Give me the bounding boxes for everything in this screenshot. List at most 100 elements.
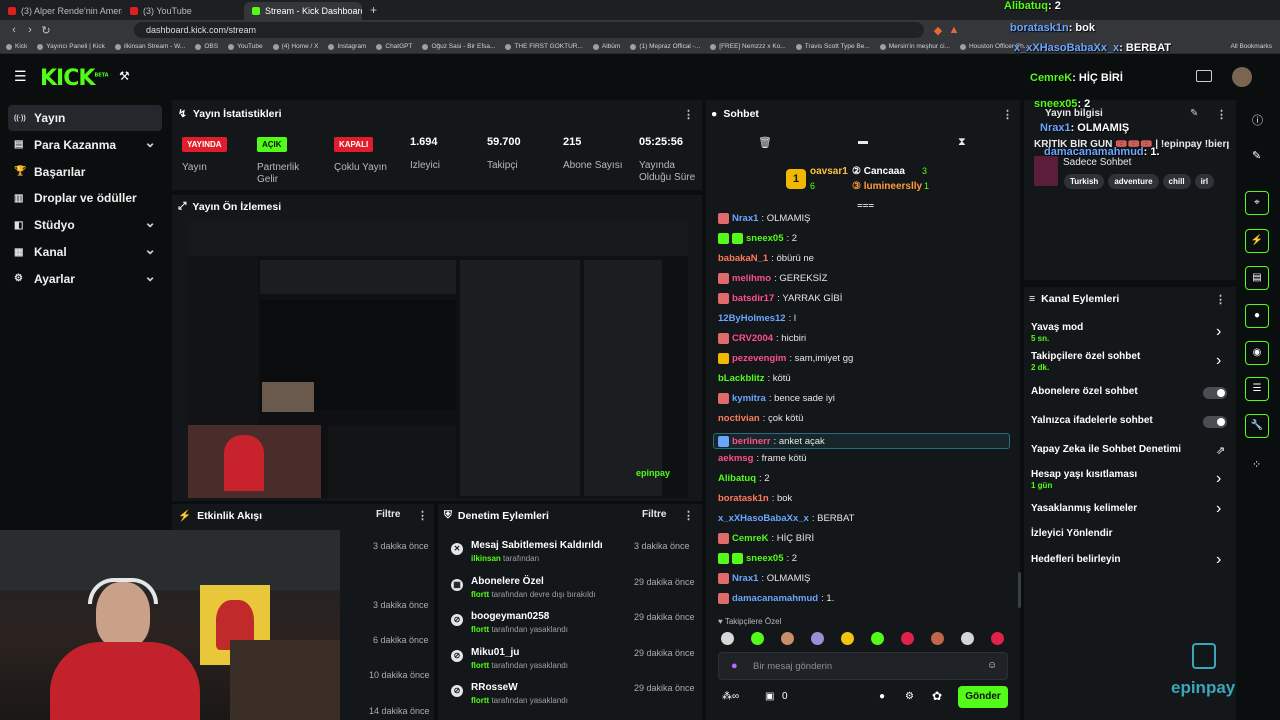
chat-mode-icon[interactable]: ▬ <box>858 136 868 147</box>
chat-settings-bubble-icon[interactable]: ● <box>879 691 885 702</box>
document-icon[interactable]: ▤ <box>1245 266 1269 290</box>
emote-icon[interactable] <box>931 632 944 645</box>
stats-menu-icon[interactable]: ⋮ <box>683 108 694 121</box>
broadcast-icon[interactable]: ◉ <box>1245 341 1269 365</box>
chat-message[interactable]: Alibatuq: 2 <box>718 473 770 484</box>
channel-action[interactable]: İzleyici Yönlendir <box>1031 528 1113 539</box>
chevron-down-icon[interactable]: ⌄ <box>144 268 156 285</box>
emote-icon[interactable] <box>721 632 734 645</box>
channel-action[interactable]: Takipçilere özel sohbet 2 dk. <box>1031 351 1140 372</box>
chat-message[interactable]: CRV2004: hicbiri <box>718 333 806 344</box>
category-name[interactable]: Sadece Sohbet <box>1063 157 1131 168</box>
bookmark-item[interactable]: Albüm <box>592 43 620 50</box>
chat-input[interactable]: ● Bir mesaj gönderin ☺ <box>718 652 1008 680</box>
chat-message[interactable]: boratask1n: bok <box>718 493 792 504</box>
pencil-icon[interactable]: ✎ <box>1252 149 1261 162</box>
emote-picker-icon[interactable]: ✿ <box>932 689 942 703</box>
top-gifter-3[interactable]: ③ lumineerslly <box>852 181 922 192</box>
chat-message[interactable]: CemreK: HİÇ BİRİ <box>718 533 814 544</box>
bookmark-item[interactable]: (1) Mepraz Offical -... <box>630 43 700 50</box>
chat-username[interactable]: boratask1n <box>718 493 769 504</box>
chat-username[interactable]: sneex05 <box>746 233 784 244</box>
bookmark-item[interactable]: OBS <box>195 43 218 50</box>
bookmark-item[interactable]: (4) Home / X <box>272 43 318 50</box>
chat-icon[interactable]: ● <box>1245 304 1269 328</box>
stream-info-menu-icon[interactable]: ⋮ <box>1216 108 1227 121</box>
sidebar-item[interactable]: ((·)) Yayın <box>8 105 162 131</box>
channel-action[interactable]: Hesap yaşı kısıtlaması 1 gün <box>1031 469 1137 490</box>
send-button[interactable]: Gönder <box>958 686 1008 708</box>
microphone-icon[interactable]: ● <box>731 660 738 672</box>
channel-action[interactable]: Yapay Zeka ile Sohbet Denetimi <box>1031 444 1181 455</box>
brave-shield-icon[interactable]: ◆ <box>930 24 946 37</box>
chat-username[interactable]: CRV2004 <box>732 333 773 344</box>
emote-icon[interactable] <box>751 632 764 645</box>
chat-message[interactable]: sneex05: 2 <box>718 233 797 244</box>
activity-filter-button[interactable]: Filtre <box>376 509 400 520</box>
emote-icon[interactable] <box>961 632 974 645</box>
flash-icon[interactable]: ⚡ <box>1245 229 1269 253</box>
chat-menu-icon[interactable]: ⋮ <box>1002 108 1013 121</box>
moderation-filter-button[interactable]: Filtre <box>642 509 666 520</box>
emote-icon[interactable] <box>901 632 914 645</box>
browser-tab[interactable]: (3) YouTube <box>122 2 244 20</box>
kick-logo[interactable]: KICKBETA <box>40 66 109 91</box>
collapse-icon[interactable]: ⩶ <box>857 200 874 211</box>
toggle-switch[interactable] <box>1203 387 1227 399</box>
stream-tag[interactable]: irl <box>1194 174 1215 189</box>
chat-message[interactable]: batsdir17: YARRAK GİBİ <box>718 293 842 304</box>
chat-username[interactable]: CemreK <box>732 533 768 544</box>
chevron-right-icon[interactable]: › <box>1216 500 1221 518</box>
chat-username[interactable]: sneex05 <box>746 553 784 564</box>
bookmark-item[interactable]: Travis Scott Type Be... <box>795 43 870 50</box>
gear-icon[interactable]: ⚙ <box>905 691 914 702</box>
moderator-name[interactable]: ilkinsan <box>471 554 501 563</box>
chat-message[interactable]: melihmo: GEREKSİZ <box>718 273 827 284</box>
bookmark-item[interactable]: ChatGPT <box>376 43 412 50</box>
chat-username[interactable]: kymitra <box>732 393 766 404</box>
bookmark-item[interactable]: [FREE] Nemzzz x Ko... <box>710 43 786 50</box>
chevron-down-icon[interactable]: ⌄ <box>144 134 156 151</box>
moderator-name[interactable]: flortt <box>471 696 489 705</box>
chat-username[interactable]: melihmo <box>732 273 771 284</box>
stream-tag[interactable]: adventure <box>1108 174 1159 189</box>
moderation-menu-icon[interactable]: ⋮ <box>683 509 694 522</box>
layout-icon[interactable]: ☰ <box>1245 377 1269 401</box>
chevron-right-icon[interactable]: › <box>1216 352 1221 370</box>
chat-message[interactable]: pezevengim: sam,imiyet gg <box>718 353 853 364</box>
edit-icon[interactable]: ✎ <box>1190 108 1198 119</box>
top-gifter-1-name[interactable]: oavsar1 <box>810 166 848 177</box>
chevron-right-icon[interactable]: › <box>1216 551 1221 569</box>
bookmark-item[interactable]: Oğuz Sasi - Bir Efsa... <box>422 43 495 50</box>
channel-action[interactable]: Hedefleri belirleyin <box>1031 554 1120 565</box>
bookmark-item[interactable]: Yayıncı Paneli | Kick <box>37 43 105 50</box>
chat-message[interactable]: 12ByHolmes12: l <box>718 313 796 324</box>
stream-preview[interactable]: epinpay <box>188 220 688 498</box>
chat-message[interactable]: kymitra: bence sade iyi <box>718 393 835 404</box>
chevron-down-icon[interactable]: ⌄ <box>144 241 156 258</box>
chat-message[interactable]: berlinerr: anket açak <box>713 433 1010 449</box>
wrench-icon[interactable]: 🔧 <box>1245 414 1269 438</box>
bookmark-item[interactable]: YouTube <box>228 43 263 50</box>
bookmark-item[interactable]: Kick <box>6 43 27 50</box>
channel-action[interactable]: Yalnızca ifadelerle sohbet <box>1031 415 1153 426</box>
chat-username[interactable]: damacanamahmud <box>732 593 818 604</box>
emote-icon[interactable] <box>991 632 1004 645</box>
chat-message[interactable]: aekmsg: frame kötü <box>718 453 807 464</box>
chat-username[interactable]: noctivian <box>718 413 760 424</box>
bookmark-item[interactable]: ilkinsan Stream - W... <box>114 43 185 50</box>
emote-icon[interactable] <box>781 632 794 645</box>
stream-tag[interactable]: Turkish <box>1064 174 1105 189</box>
hourglass-icon[interactable]: ⧗ <box>958 136 966 149</box>
chat-username[interactable]: Nrax1 <box>732 213 758 224</box>
moderator-name[interactable]: flortt <box>471 625 489 634</box>
emote-icon[interactable] <box>871 632 884 645</box>
channel-action[interactable]: Abonelere özel sohbet <box>1031 386 1138 397</box>
chat-message[interactable]: babakaN_1: öbürü ne <box>718 253 814 264</box>
chat-username[interactable]: aekmsg <box>718 453 753 464</box>
toggle-switch[interactable] <box>1203 416 1227 428</box>
subscription-icon[interactable]: ⁂∞ <box>722 691 739 702</box>
bookmark-item[interactable]: Instagram <box>328 43 366 50</box>
channel-actions-menu-icon[interactable]: ⋮ <box>1215 293 1226 306</box>
chat-username[interactable]: Nrax1 <box>732 573 758 584</box>
